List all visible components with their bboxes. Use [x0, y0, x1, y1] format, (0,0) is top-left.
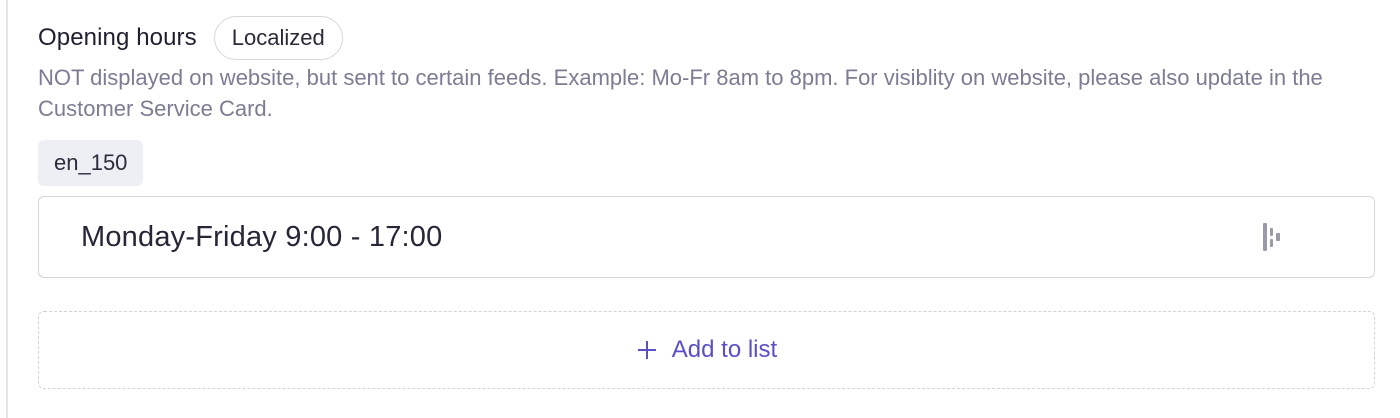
localized-badge: Localized — [213, 16, 343, 60]
field-help-text: NOT displayed on website, but sent to ce… — [38, 65, 1323, 121]
locale-tag: en_150 — [38, 140, 144, 186]
opening-hours-value[interactable]: Monday-Friday 9:00 - 17:00 — [81, 221, 442, 254]
opening-hours-field: Opening hours Localized NOT displayed on… — [38, 14, 1375, 389]
plus-icon — [636, 339, 658, 361]
add-to-list-button[interactable]: Add to list — [38, 311, 1375, 389]
field-header: Opening hours Localized — [38, 14, 1375, 62]
drag-handle-icon[interactable] — [1260, 222, 1284, 252]
left-divider — [6, 0, 8, 418]
add-to-list-label: Add to list — [671, 336, 778, 363]
field-label: Opening hours — [38, 24, 197, 51]
list-item[interactable]: Monday-Friday 9:00 - 17:00 — [38, 196, 1375, 278]
